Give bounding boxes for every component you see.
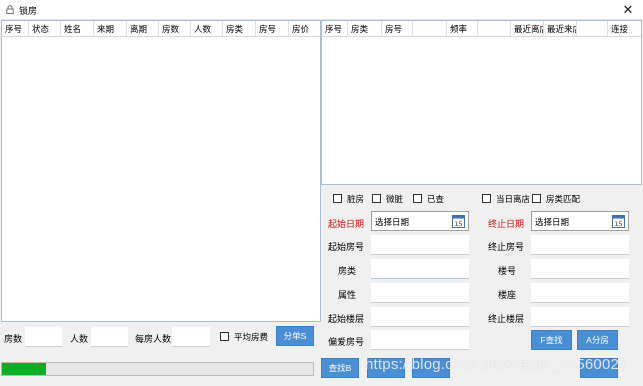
column-header[interactable]: 房号 [382, 21, 413, 37]
end-floor-input[interactable] [531, 307, 629, 327]
people-input[interactable] [91, 327, 128, 347]
checkbox-label: 房类匹配 [546, 194, 581, 204]
checkbox-box[interactable] [413, 194, 422, 203]
column-header[interactable]: 房类 [348, 21, 382, 37]
window-title: 锁房 [19, 6, 38, 16]
people-label: 人数 [70, 334, 89, 344]
column-header[interactable]: 房号 [256, 21, 289, 37]
end-room-input[interactable] [531, 235, 629, 255]
preferred-room-label: 偏爱房号 [328, 337, 365, 347]
svg-text:15: 15 [454, 220, 462, 228]
room-type-match-checkbox[interactable]: 房类匹配 [532, 193, 580, 205]
room-type-input[interactable] [371, 259, 469, 279]
preferred-room-input[interactable] [371, 330, 469, 350]
column-header[interactable]: 房数 [159, 21, 191, 37]
attribute-label: 属性 [338, 290, 357, 300]
column-header[interactable]: 人数 [191, 21, 223, 37]
column-header[interactable]: 频率 [447, 21, 478, 37]
dirty-room-checkbox[interactable]: 脏房 [333, 193, 364, 205]
close-icon[interactable]: ✕ [619, 1, 637, 18]
checked-room-checkbox[interactable]: 已查 [413, 193, 444, 205]
per-room-people-label: 每房人数 [135, 334, 172, 344]
column-header[interactable]: 房类 [223, 21, 256, 37]
end-date-label: 终止日期 [488, 219, 525, 229]
column-header[interactable] [478, 21, 511, 37]
building-input[interactable] [531, 283, 629, 303]
building-no-input[interactable] [531, 259, 629, 279]
checkbox-label: 平均房费 [234, 332, 269, 342]
start-room-input[interactable] [371, 235, 469, 255]
end-date-picker[interactable]: 选择日期 15 [531, 211, 629, 231]
column-header[interactable]: 离期 [127, 21, 159, 37]
svg-text:15: 15 [614, 220, 622, 228]
end-room-label: 终止房号 [488, 242, 525, 252]
find-f-button[interactable]: F查找 [531, 330, 572, 350]
per-room-people-input[interactable] [172, 327, 210, 347]
building-label: 楼座 [498, 290, 517, 300]
start-date-label: 起始日期 [328, 219, 365, 229]
start-floor-input[interactable] [371, 307, 469, 327]
end-floor-label: 终止楼层 [488, 314, 525, 324]
column-header[interactable]: 最近来店 [544, 21, 577, 37]
column-header[interactable]: 序号 [2, 21, 29, 37]
column-header[interactable]: 状态 [29, 21, 61, 37]
rooms-input[interactable] [25, 327, 62, 347]
start-date-picker[interactable]: 选择日期 15 [371, 211, 469, 231]
same-day-departure-checkbox[interactable]: 当日离店 [482, 193, 530, 205]
action-button-2[interactable] [367, 358, 405, 378]
checkbox-box[interactable] [333, 194, 342, 203]
column-header[interactable] [577, 21, 608, 37]
rooms-label: 房数 [4, 334, 23, 344]
start-date-value: 选择日期 [375, 217, 410, 227]
checkbox-box[interactable] [220, 332, 229, 341]
column-header[interactable]: 来期 [94, 21, 127, 37]
column-header[interactable]: 房价 [289, 21, 320, 37]
title-bar: 锁房 ✕ [0, 0, 643, 20]
checkbox-label: 微脏 [386, 194, 404, 204]
end-date-value: 选择日期 [535, 217, 570, 227]
attribute-input[interactable] [371, 283, 469, 303]
checkbox-box[interactable] [532, 194, 541, 203]
assign-room-button[interactable]: A分房 [577, 330, 618, 350]
column-header[interactable] [413, 21, 447, 37]
progress-fill [2, 363, 46, 375]
checkbox-label: 已查 [427, 194, 445, 204]
average-price-checkbox[interactable]: 平均房费 [220, 331, 268, 343]
checkbox-label: 脏房 [347, 194, 365, 204]
split-order-button[interactable]: 分单S [276, 326, 314, 346]
building-no-label: 楼号 [498, 266, 517, 276]
room-grid[interactable]: 序号 房类 房号 频率 最近离店 最近来店 连接 [321, 20, 642, 185]
checkbox-label: 当日离店 [496, 194, 531, 204]
start-room-label: 起始房号 [328, 242, 365, 252]
room-grid-header: 序号 房类 房号 频率 最近离店 最近来店 连接 [322, 21, 641, 37]
checkbox-box[interactable] [482, 194, 491, 203]
reservation-grid-header: 序号 状态 姓名 来期 离期 房数 人数 房类 房号 房价 [2, 21, 320, 37]
column-header[interactable]: 连接 [608, 21, 641, 37]
room-type-label: 房类 [338, 266, 357, 276]
action-button-3[interactable] [412, 358, 450, 378]
reservation-grid[interactable]: 序号 状态 姓名 来期 离期 房数 人数 房类 房号 房价 [1, 20, 321, 322]
calendar-icon[interactable]: 15 [452, 214, 465, 228]
checkbox-box[interactable] [372, 194, 381, 203]
column-header[interactable]: 序号 [322, 21, 348, 37]
calendar-icon[interactable]: 15 [612, 214, 625, 228]
column-header[interactable]: 姓名 [61, 21, 94, 37]
progress-bar [1, 362, 314, 376]
start-floor-label: 起始楼层 [328, 314, 365, 324]
lock-icon [6, 5, 14, 14]
column-header[interactable]: 最近离店 [511, 21, 544, 37]
find-b-button[interactable]: 查找B [321, 358, 359, 378]
micro-dirty-checkbox[interactable]: 微脏 [372, 193, 403, 205]
action-button-4[interactable] [580, 358, 618, 378]
